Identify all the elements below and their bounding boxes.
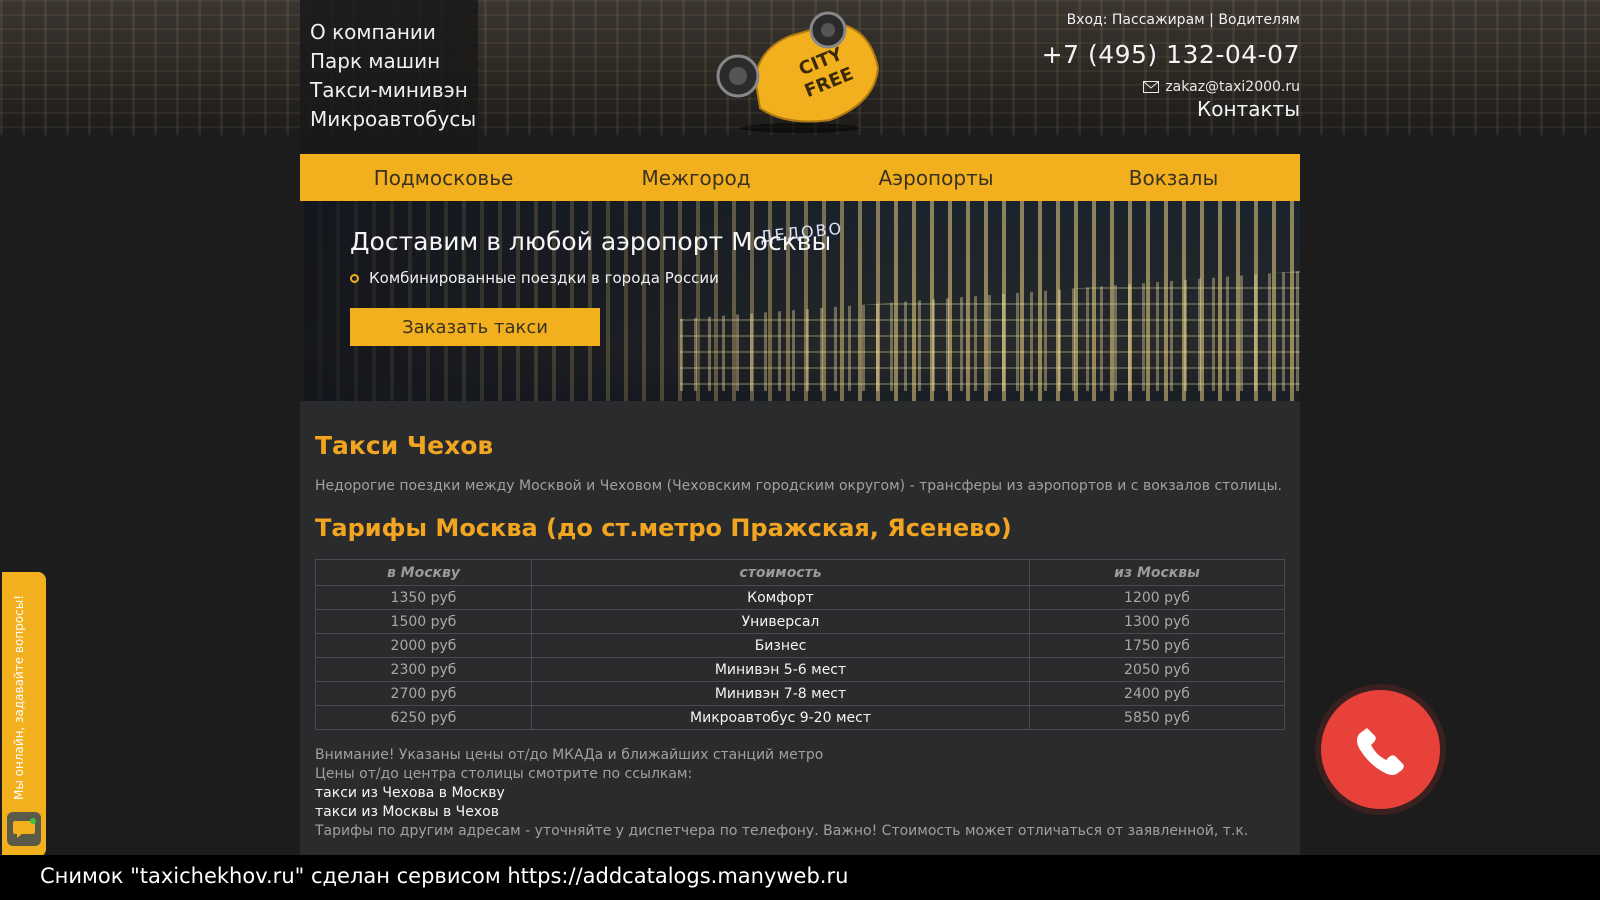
login-drivers-link[interactable]: Водителям (1218, 12, 1300, 28)
table-header-row: в Москву стоимость из Москвы (315, 559, 1285, 586)
envelope-icon (1143, 81, 1160, 93)
price-to-moscow: 2000 руб (315, 633, 532, 658)
car-class: Комфорт (531, 585, 1030, 610)
price-from-moscow: 2400 руб (1029, 681, 1285, 706)
tariffs-table: в Москву стоимость из Москвы 1350 руб Ко… (315, 559, 1285, 730)
col-header-cost: стоимость (531, 559, 1030, 586)
price-to-moscow: 6250 руб (315, 705, 532, 730)
login-separator: | (1209, 12, 1214, 28)
col-header-to-moscow: в Москву (315, 559, 532, 586)
car-class: Универсал (531, 609, 1030, 634)
email-line: zakaz@taxi2000.ru (1000, 79, 1300, 95)
taxi-logo-icon: CITY FREE (716, 11, 880, 133)
contacts-link[interactable]: Контакты (1000, 97, 1300, 121)
phone-number[interactable]: +7 (495) 132-04-07 (1000, 40, 1300, 69)
main-content: Такси Чехов Недорогие поездки между Моск… (300, 401, 1300, 855)
chat-bubble-icon[interactable] (7, 812, 41, 846)
price-from-moscow: 1200 руб (1029, 585, 1285, 610)
price-from-moscow: 1750 руб (1029, 633, 1285, 658)
top-menu-minivan[interactable]: Такси-минивэн (310, 76, 478, 105)
car-class: Бизнес (531, 633, 1030, 658)
screenshot-caption: Снимок "taxichekhov.ru" сделан сервисом … (0, 855, 1600, 900)
note-warning: Внимание! Указаны цены от/до МКАДа и бли… (315, 747, 824, 763)
phone-icon (1356, 727, 1404, 775)
car-class: Минивэн 5-6 мест (531, 657, 1030, 682)
note-center-prices: Цены от/до центра столицы смотрите по сс… (315, 766, 693, 782)
price-to-moscow: 1350 руб (315, 585, 532, 610)
nav-item-intercity[interactable]: Межгород (587, 166, 805, 190)
page-title: Такси Чехов (315, 431, 494, 460)
banner-subtitle-text: Комбинированные поездки в города России (369, 269, 719, 287)
price-from-moscow: 1300 руб (1029, 609, 1285, 634)
link-chekhov-to-moscow[interactable]: такси из Чехова в Москву (315, 784, 1285, 803)
top-menu-fleet[interactable]: Парк машин (310, 47, 478, 76)
nav-item-suburbs[interactable]: Подмосковье (300, 166, 587, 190)
car-class: Минивэн 7-8 мест (531, 681, 1030, 706)
intro-text: Недорогие поездки между Москвой и Чехово… (315, 478, 1282, 494)
price-to-moscow: 2700 руб (315, 681, 532, 706)
header-contacts: Вход: Пассажирам | Водителям +7 (495) 13… (1000, 12, 1300, 121)
call-button[interactable] (1321, 690, 1440, 809)
table-row: 2700 руб Минивэн 7-8 мест 2400 руб (315, 681, 1285, 706)
login-passengers-link[interactable]: Пассажирам (1112, 12, 1205, 28)
top-menu-minibus[interactable]: Микроавтобусы (310, 105, 478, 134)
banner-title: Доставим в любой аэропорт Москвы (350, 227, 832, 256)
top-menu-about[interactable]: О компании (310, 18, 478, 47)
price-to-moscow: 2300 руб (315, 657, 532, 682)
main-nav: Подмосковье Межгород Аэропорты Вокзалы (300, 154, 1300, 201)
table-row: 2000 руб Бизнес 1750 руб (315, 633, 1285, 658)
price-to-moscow: 1500 руб (315, 609, 532, 634)
price-from-moscow: 2050 руб (1029, 657, 1285, 682)
login-prefix: Вход: (1066, 12, 1108, 28)
price-from-moscow: 5850 руб (1029, 705, 1285, 730)
top-menu: О компании Парк машин Такси-минивэн Микр… (300, 0, 478, 152)
chat-tab-label: Мы онлайн, задавайте вопросы! (12, 594, 26, 800)
banner-subtitle: Комбинированные поездки в города России (350, 269, 719, 287)
col-header-from-moscow: из Москвы (1029, 559, 1285, 586)
email-link[interactable]: zakaz@taxi2000.ru (1165, 79, 1300, 95)
link-moscow-to-chekhov[interactable]: такси из Москвы в Чехов (315, 803, 1285, 822)
table-row: 2300 руб Минивэн 5-6 мест 2050 руб (315, 657, 1285, 682)
table-row: 6250 руб Микроавтобус 9-20 мест 5850 руб (315, 705, 1285, 730)
table-row: 1500 руб Универсал 1300 руб (315, 609, 1285, 634)
hero-banner: ДЕДОВО Доставим в любой аэропорт Москвы … (300, 201, 1300, 401)
table-row: 1350 руб Комфорт 1200 руб (315, 585, 1285, 610)
page-wrapper: О компании Парк машин Такси-минивэн Микр… (300, 0, 1300, 855)
online-chat-tab[interactable]: Мы онлайн, задавайте вопросы! (2, 572, 46, 857)
site-logo[interactable]: CITY FREE (700, 8, 900, 133)
tariffs-title: Тарифы Москва (до ст.метро Пражская, Ясе… (315, 514, 1012, 542)
airport-terminal-image (680, 271, 1300, 391)
notes-block: Внимание! Указаны цены от/до МКАДа и бли… (315, 746, 1285, 841)
note-other-addresses: Тарифы по другим адресам - уточняйте у д… (315, 823, 1249, 839)
nav-item-airports[interactable]: Аэропорты (805, 166, 1067, 190)
login-line: Вход: Пассажирам | Водителям (1000, 12, 1300, 28)
bullet-ring-icon (350, 273, 359, 283)
order-taxi-button[interactable]: Заказать такси (350, 308, 600, 346)
car-class: Микроавтобус 9-20 мест (531, 705, 1030, 730)
nav-item-stations[interactable]: Вокзалы (1067, 166, 1280, 190)
